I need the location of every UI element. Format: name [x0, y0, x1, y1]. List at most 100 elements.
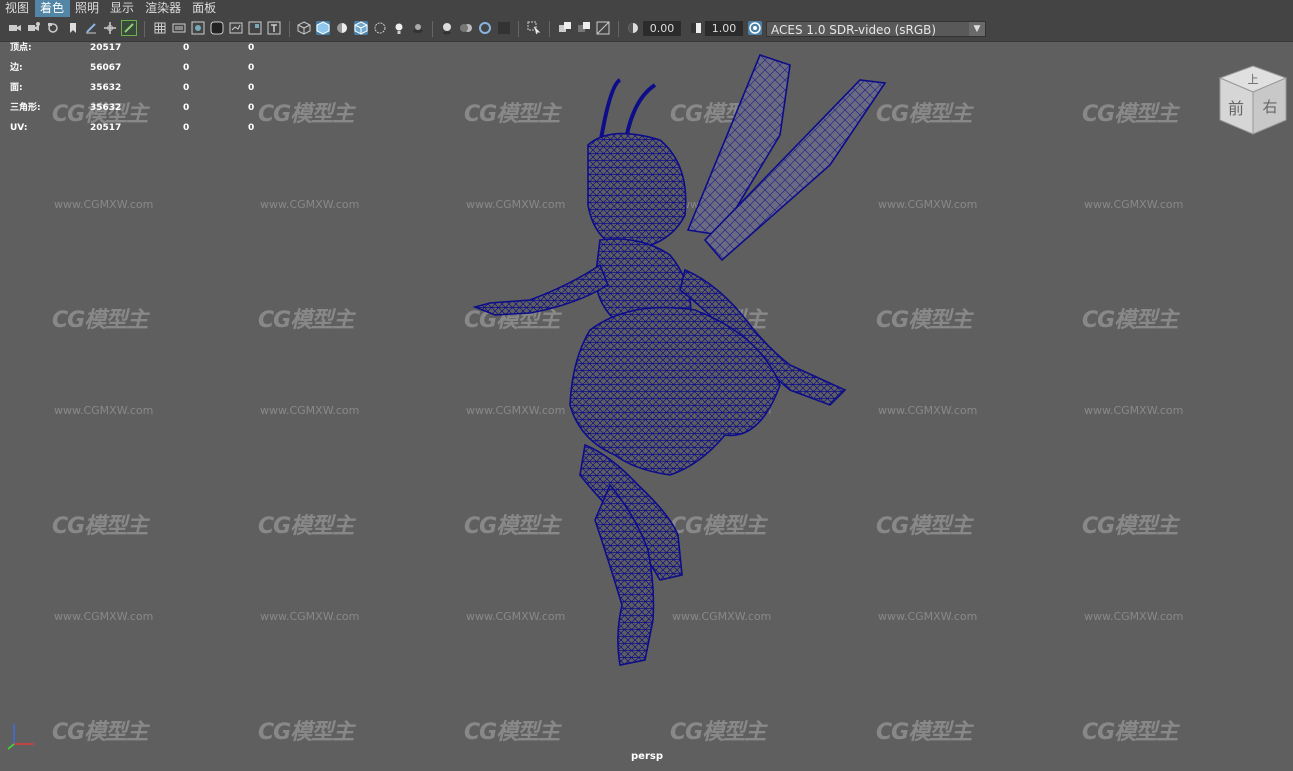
hud-value: 0: [183, 103, 190, 113]
hud-value: 20517: [90, 123, 122, 133]
watermark-logo: CG模型主: [258, 308, 354, 333]
hud-value: 0: [248, 43, 255, 53]
hud-value: 0: [248, 63, 255, 73]
grid-icon[interactable]: [153, 21, 167, 35]
menu-shading[interactable]: 着色: [35, 0, 71, 17]
hud-value: 0: [183, 43, 190, 53]
viewcube-top-label[interactable]: 上: [1248, 73, 1259, 86]
watermark-logo: CG模型主: [52, 308, 148, 333]
hud-value: 35632: [90, 83, 122, 93]
watermark-url: www.CGMXW.com: [260, 404, 360, 417]
anti-aliasing-icon[interactable]: [478, 21, 492, 35]
watermark-url: www.CGMXW.com: [260, 198, 360, 211]
camera-attributes-icon[interactable]: [27, 21, 41, 35]
grease-pencil-icon[interactable]: [84, 21, 98, 35]
panel-menubar: 视图 着色 照明 显示 渲染器 面板: [0, 0, 1293, 17]
isolate-select-icon[interactable]: [527, 21, 541, 35]
hud-value: 0: [248, 123, 255, 133]
hud-value: 0: [248, 83, 255, 93]
camera-icon[interactable]: [8, 21, 22, 35]
camera-label: persp: [631, 751, 663, 762]
watermark-url: www.CGMXW.com: [54, 610, 154, 623]
color-management-icon[interactable]: [748, 21, 762, 35]
lights-icon[interactable]: [392, 21, 406, 35]
hud-label: 顶点:: [10, 43, 32, 53]
safe-action-icon[interactable]: [248, 21, 262, 35]
menu-show[interactable]: 显示: [105, 0, 140, 17]
watermark-url: www.CGMXW.com: [260, 610, 360, 623]
motion-blur-icon[interactable]: [459, 21, 473, 35]
move-tool-icon[interactable]: [103, 21, 117, 35]
hud-row: 三角形: 35632 0 0: [10, 98, 270, 118]
hud-row: 面: 35632 0 0: [10, 78, 270, 98]
hud-value: 20517: [90, 43, 122, 53]
menu-lighting[interactable]: 照明: [70, 0, 105, 17]
hud-label: 三角形:: [10, 103, 41, 113]
hud-row: UV: 20517 0 0: [10, 118, 270, 138]
watermark-url: www.CGMXW.com: [54, 198, 154, 211]
axis-gizmo-icon: [7, 724, 34, 750]
watermark-logo: CG模型主: [1082, 308, 1178, 333]
watermark-url: www.CGMXW.com: [1084, 404, 1184, 417]
watermark-logo: CG模型主: [1082, 102, 1178, 127]
field-chart-icon[interactable]: [229, 21, 243, 35]
wireframe-brush-icon[interactable]: [121, 20, 137, 36]
depth-of-field-icon[interactable]: [497, 21, 511, 35]
hud-value: 0: [183, 83, 190, 93]
film-gate-icon[interactable]: [172, 21, 186, 35]
hud-value: 56067: [90, 63, 122, 73]
view-cube[interactable]: 上 前 右: [1218, 64, 1288, 136]
watermark-url: www.CGMXW.com: [1084, 198, 1184, 211]
hud-row: 顶点: 20517 0 0: [10, 38, 270, 58]
hud-value: 35632: [90, 103, 122, 113]
watermark-url: www.CGMXW.com: [54, 404, 154, 417]
gamma-icon[interactable]: [689, 21, 703, 35]
menu-view[interactable]: 视图: [0, 0, 35, 17]
color-space-label: ACES 1.0 SDR-video (sRGB): [771, 23, 937, 37]
exposure-icon[interactable]: [626, 21, 640, 35]
watermark-logo: CG模型主: [876, 720, 972, 745]
watermark-logo: CG模型主: [52, 514, 148, 539]
hud-value: 0: [183, 63, 190, 73]
gamma-field[interactable]: 1.00: [705, 21, 743, 36]
watermark-logo: CG模型主: [258, 514, 354, 539]
frame-selected-icon[interactable]: [577, 21, 591, 35]
hud-value: 0: [248, 103, 255, 113]
default-material-icon[interactable]: [335, 21, 349, 35]
watermark-logo: CG模型主: [670, 720, 766, 745]
image-plane-icon[interactable]: [46, 21, 60, 35]
gate-mask-icon[interactable]: [210, 21, 224, 35]
chevron-down-icon[interactable]: ▼: [969, 22, 985, 36]
hud-label: 边:: [10, 63, 23, 73]
ambient-occlusion-icon[interactable]: [440, 21, 454, 35]
viewcube-right-label[interactable]: 右: [1262, 98, 1277, 116]
watermark-logo: CG模型主: [258, 720, 354, 745]
poly-count-hud: 顶点: 20517 0 0 边: 56067 0 0 面: 35632 0 0 …: [10, 38, 270, 138]
hud-label: 面:: [10, 83, 23, 93]
viewcube-front-label[interactable]: 前: [1228, 99, 1244, 118]
resolution-gate-icon[interactable]: [191, 21, 205, 35]
bookmark-icon[interactable]: [66, 21, 80, 35]
exposure-field[interactable]: 0.00: [643, 21, 681, 36]
hud-row: 边: 56067 0 0: [10, 58, 270, 78]
wireframe-on-shaded-icon[interactable]: [354, 21, 368, 35]
watermark-url: www.CGMXW.com: [1084, 610, 1184, 623]
wireframe-shading-icon[interactable]: [297, 21, 311, 35]
frame-all-icon[interactable]: [558, 21, 572, 35]
watermark-logo: CG模型主: [464, 720, 560, 745]
shadows-icon[interactable]: [411, 21, 425, 35]
watermark-logo: CG模型主: [1082, 514, 1178, 539]
watermark-logo: CG模型主: [52, 720, 148, 745]
hud-label: UV:: [10, 123, 28, 133]
wireframe-fairy-model[interactable]: [460, 45, 900, 675]
xray-icon[interactable]: [373, 21, 387, 35]
two-sided-lighting-icon[interactable]: [596, 21, 610, 35]
menu-renderer[interactable]: 渲染器: [140, 0, 187, 17]
safe-title-icon[interactable]: [267, 21, 281, 35]
menu-panels[interactable]: 面板: [187, 0, 222, 17]
color-space-select[interactable]: ACES 1.0 SDR-video (sRGB) ▼: [766, 21, 986, 37]
watermark-logo: CG模型主: [1082, 720, 1178, 745]
smooth-shade-icon[interactable]: [316, 21, 330, 35]
hud-value: 0: [183, 123, 190, 133]
watermark-logo: CG模型主: [258, 102, 354, 127]
